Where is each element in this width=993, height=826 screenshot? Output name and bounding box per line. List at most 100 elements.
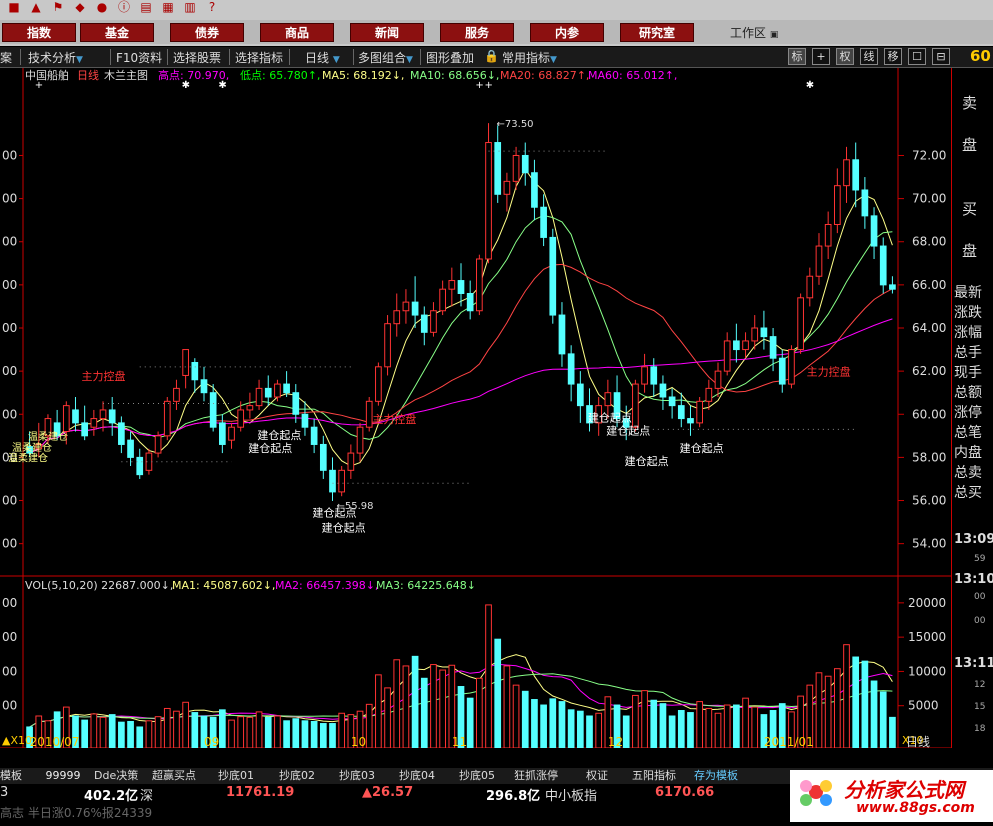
status-index: 11761.19 [226,785,295,800]
volume-bar [338,712,346,748]
volume-bar [659,703,667,748]
volume-bar [586,715,593,748]
volume-bar [145,720,153,748]
doc-icon[interactable]: ▦ [160,0,176,15]
nav-button-service[interactable]: 服务 [440,23,514,42]
volume-bar [375,674,382,748]
jiancang-label: 建仓起点 [322,521,366,535]
split-button[interactable]: ⊟ [932,48,950,65]
dropdown-arrow-icon: ▼ [550,55,557,65]
printer-icon[interactable]: ▤ [138,0,154,15]
left-tick-label: 00 [2,235,17,249]
left-tick-label: 00 [2,148,17,162]
volume-bar [255,711,263,748]
volume-bar [420,677,428,748]
rights-button[interactable]: 权 [836,48,854,65]
tab-save-template[interactable]: 存为模板 [694,768,738,784]
volume-bar [219,709,226,748]
candle-body [760,327,768,338]
candle-body [292,392,300,415]
crosshair-button[interactable]: + [812,48,830,65]
candle-body [788,349,795,385]
tab-bottom05[interactable]: 抄底05 [459,768,495,784]
nav-button-news[interactable]: 新闻 [350,23,424,42]
tab-buy-point[interactable]: 超赢买点 [152,768,196,784]
axes: 72.00 00 70.00 00 68.00 00 66.00 00 64.00 00 62.00… [2,148,946,748]
menu-item-overlay[interactable]: 图形叠加 [426,49,474,66]
wenhe-label: 温柔建仓 [28,430,68,443]
workarea-menu[interactable]: 工作区 ▣ [730,24,778,41]
nav-button-commodity[interactable]: 商品 [260,23,334,42]
volume-bar [292,718,300,748]
candle-body [154,435,162,454]
volume-bar [118,721,125,748]
sell-label-2: 盘 [962,136,978,154]
vol-ma2-value: MA2: 66457.398↓, [275,579,378,592]
candle-body [439,288,446,312]
info-icon[interactable]: ⓘ [116,0,132,15]
tab-warrant[interactable]: 权证 [586,768,608,784]
info-line: 中国船舶 日线 木兰主图 高点: 70.970, 低点: 65.780↑, MA… [25,68,677,82]
nav-row: 指数 基金 债券 商品 新闻 服务 内参 研究室 工作区 ▣ [0,20,993,44]
help-icon[interactable]: ? [204,0,220,15]
candle-body [255,387,263,407]
nav-button-bond[interactable]: 债券 [170,23,244,42]
mark-button[interactable]: 标 [788,48,806,65]
tech-analysis-label: 技术分析 [28,51,77,65]
left-vol-tick-label: 00 [2,596,17,610]
tab-bottom02[interactable]: 抄底02 [279,768,315,784]
candle-body [319,443,327,471]
candle-body [283,383,290,394]
menu-item-select-indicator[interactable]: 选择指标 [235,49,283,66]
menu-item-tech-analysis[interactable]: 技术分析▼ [28,49,83,66]
volume-bar [393,659,401,748]
candle-body [365,400,373,428]
nav-button-research[interactable]: 研究室 [620,23,694,42]
nav-button-index[interactable]: 指数 [2,23,76,42]
flag-icon[interactable]: ⚑ [50,0,66,15]
candle-body [81,422,89,437]
circle-icon[interactable]: ● [94,0,110,15]
tab-dde[interactable]: Dde决策 [94,768,138,784]
tab-five-yang[interactable]: 五阳指标 [632,768,676,784]
menu-item-common-indicators[interactable]: 常用指标▼ [502,49,557,66]
menu-item-f10[interactable]: F10资料 [116,49,162,66]
window-button[interactable]: ☐ [908,48,926,65]
separator [420,49,421,65]
dropdown-icon: ▣ [769,30,779,40]
move-button[interactable]: 移 [884,48,902,65]
kline-chart[interactable]: 72.00 00 70.00 00 68.00 00 66.00 00 64.00 00 62.00… [0,68,951,748]
stock-name: 中国船舶 [25,68,69,82]
chart-icon[interactable]: ▲ [28,0,44,15]
candle-body [430,310,437,333]
ticker-bar: 高志 半日涨0.76%报24339 [0,802,790,822]
nav-button-fund[interactable]: 基金 [80,23,154,42]
vol-ma1-value: MA1: 45087.602↓, [172,579,275,592]
nav-button-insider[interactable]: 内参 [530,23,604,42]
bars-icon[interactable]: ▥ [182,0,198,15]
candle-body [833,185,841,225]
tab-bottom03[interactable]: 抄底03 [339,768,375,784]
tab-template[interactable]: 模板 [0,768,22,784]
tab-bottom01[interactable]: 抄底01 [218,768,254,784]
candle-body [843,159,850,187]
home-icon[interactable]: ■ [6,0,22,15]
candle-body [733,340,740,351]
menu-item-template[interactable]: 案 [0,49,12,66]
tab-limit-up[interactable]: 狂抓涨停 [514,768,558,784]
menu-item-period[interactable]: 日线 ▼ [305,49,340,66]
vol-tick-label: 10000 [908,664,946,678]
volume-bar [824,675,832,748]
menu-item-multi-chart[interactable]: 多图组合▼ [358,49,413,66]
volume-bar [723,704,731,748]
quote-total-buy: 总买 [954,485,982,501]
candle-body [99,409,107,420]
tick-time-1: 13:09 [954,532,993,547]
line-button[interactable]: 线 [860,48,878,65]
dropdown-arrow-icon: ▼ [76,55,83,65]
menu-item-select-stock[interactable]: 选择股票 [173,49,221,66]
lock-icon[interactable]: 🔒 [484,49,499,63]
tab-99999[interactable]: 99999 [40,768,86,784]
diamond-icon[interactable]: ◆ [72,0,88,15]
tab-bottom04[interactable]: 抄底04 [399,768,435,784]
